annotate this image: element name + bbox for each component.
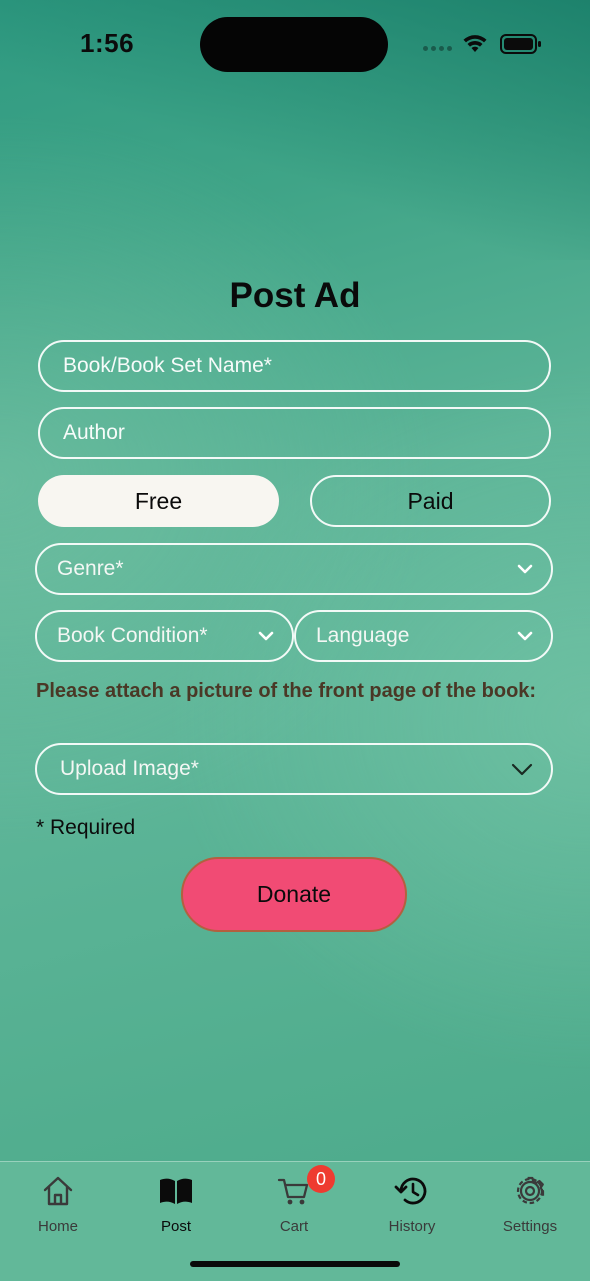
chevron-down-icon	[258, 631, 274, 641]
required-note: * Required	[36, 816, 136, 839]
tab-home[interactable]: Home	[8, 1172, 108, 1235]
paid-toggle-button[interactable]: Paid	[310, 475, 551, 527]
history-icon	[394, 1172, 430, 1210]
cart-icon: 0	[277, 1165, 335, 1210]
book-name-input[interactable]	[63, 354, 549, 378]
tab-cart-label: Cart	[279, 1218, 309, 1235]
genre-label: Genre*	[57, 557, 124, 580]
book-condition-label: Book Condition*	[57, 624, 208, 647]
genre-dropdown[interactable]: Genre*	[35, 543, 553, 595]
chevron-down-icon	[517, 631, 533, 641]
book-condition-dropdown[interactable]: Book Condition*	[35, 610, 294, 662]
chevron-down-icon	[511, 763, 533, 776]
gear-icon	[513, 1172, 547, 1210]
language-label: Language	[316, 624, 410, 647]
battery-icon	[500, 34, 541, 54]
tab-settings[interactable]: Settings	[480, 1172, 580, 1235]
page-title: Post Ad	[229, 276, 361, 315]
tab-home-label: Home	[37, 1218, 78, 1235]
cart-count-badge: 0	[307, 1165, 335, 1193]
free-toggle-button[interactable]: Free	[38, 475, 279, 527]
author-field[interactable]	[38, 407, 551, 459]
free-toggle-label: Free	[134, 487, 183, 514]
tab-post-label: Post	[160, 1218, 191, 1235]
cellular-signal-icon	[423, 46, 452, 51]
author-input[interactable]	[63, 421, 549, 445]
tab-settings-label: Settings	[502, 1218, 558, 1235]
paid-toggle-label: Paid	[407, 487, 454, 514]
tab-cart[interactable]: 0 Cart	[244, 1165, 344, 1235]
house-icon	[41, 1172, 75, 1210]
donate-button[interactable]: Donate	[181, 857, 407, 932]
upload-image-label: Upload Image*	[60, 757, 199, 780]
dynamic-island	[200, 17, 388, 72]
tab-history[interactable]: History	[362, 1172, 462, 1235]
wifi-icon	[463, 35, 487, 52]
tab-post[interactable]: Post	[126, 1172, 226, 1235]
home-indicator	[190, 1261, 400, 1267]
status-time: 1:56	[80, 28, 135, 58]
language-dropdown[interactable]: Language	[294, 610, 553, 662]
tab-history-label: History	[388, 1218, 436, 1235]
open-book-icon	[158, 1172, 194, 1210]
attach-instruction-text: Please attach a picture of the front pag…	[36, 680, 537, 702]
book-name-field[interactable]	[38, 340, 551, 392]
upload-image-dropdown[interactable]: Upload Image*	[35, 743, 553, 795]
chevron-down-icon	[517, 564, 533, 574]
donate-button-label: Donate	[256, 881, 332, 907]
